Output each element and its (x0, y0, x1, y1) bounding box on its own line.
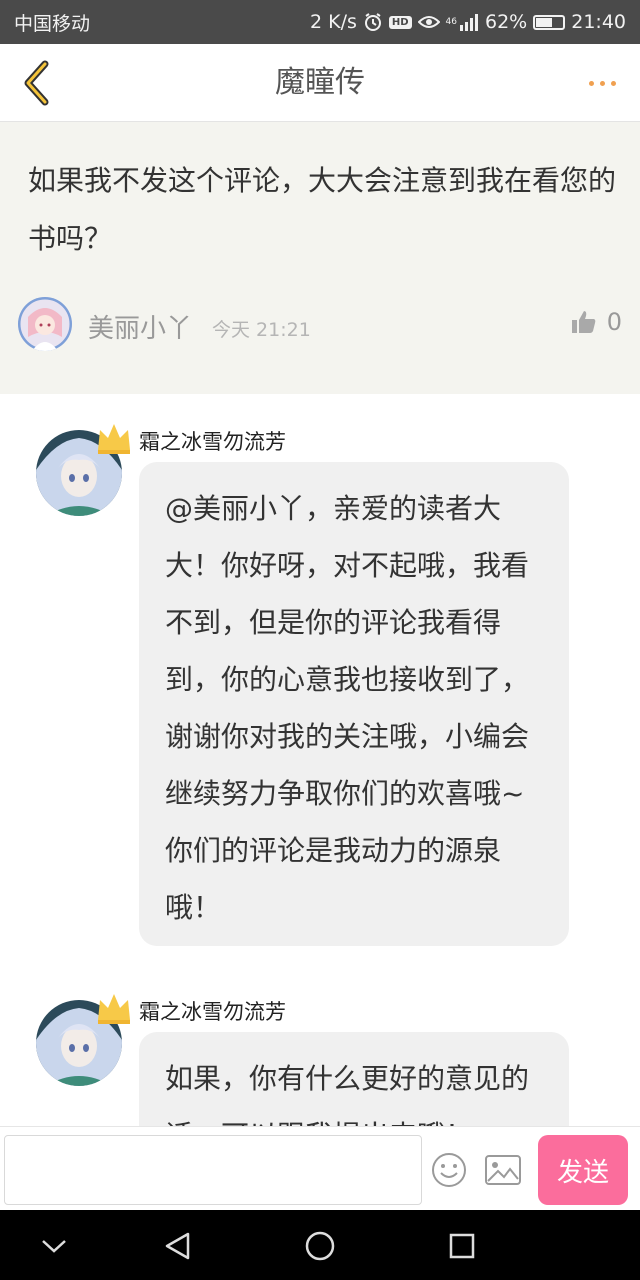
like-count: 0 (606, 308, 622, 336)
chevron-down-icon (42, 1240, 66, 1253)
more-options-button[interactable] (582, 68, 622, 98)
like-button[interactable]: 0 (571, 308, 622, 336)
network-type: 46 (445, 16, 457, 27)
original-comment: 如果我不发这个评论，大大会注意到我在看您的书吗？ 美丽小丫 今天 21:21 0 (0, 122, 640, 394)
carrier-name: 中国移动 (14, 12, 91, 35)
reply-bubble: @美丽小丫，亲爱的读者大大！你好呀，对不起哦，我看不到，但是你的评论我看得到，你… (139, 462, 569, 946)
more-dots-icon (588, 80, 594, 86)
status-bar: 中国移动 2 K/s HD 46 62% 21:40 (0, 0, 640, 44)
send-button[interactable]: 发送 (538, 1135, 628, 1205)
commenter-name[interactable]: 美丽小丫 (88, 308, 192, 345)
clock: 21:40 (571, 11, 626, 33)
status-icons: 2 K/s HD 46 62% 21:40 (310, 11, 626, 33)
square-recents-icon (449, 1233, 475, 1259)
reply-list[interactable]: 霜之冰雪勿流芳 @美丽小丫，亲爱的读者大大！你好呀，对不起哦，我看不到，但是你的… (0, 394, 640, 1126)
commenter-avatar[interactable] (18, 297, 72, 351)
crown-icon (98, 424, 130, 454)
more-dot (610, 80, 616, 86)
page-title: 魔瞳传 (275, 65, 365, 100)
replier-name[interactable]: 霜之冰雪勿流芳 (139, 996, 286, 1026)
nav-home-button[interactable] (298, 1224, 342, 1268)
crown-icon (98, 994, 130, 1024)
comment-time: 今天 21:21 (212, 319, 311, 341)
battery-percent: 62% (485, 11, 528, 33)
circle-home-icon (305, 1231, 335, 1261)
reply-bubble: 如果，你有什么更好的意见的话，可以跟我提出来哦！ (139, 1032, 569, 1126)
system-nav-bar (0, 1210, 640, 1280)
battery-fill (536, 17, 553, 27)
nav-collapse-button[interactable] (32, 1224, 76, 1268)
alarm-icon (363, 12, 383, 32)
message-input[interactable] (4, 1135, 422, 1205)
back-button[interactable] (14, 58, 58, 108)
smiley-icon (432, 1153, 466, 1187)
signal-icon: 46 (446, 13, 479, 31)
nav-recents-button[interactable] (440, 1224, 484, 1268)
image-button[interactable] (484, 1153, 522, 1187)
thumbs-up-icon (571, 311, 596, 333)
input-bar: 发送 (0, 1126, 640, 1210)
nav-back-button[interactable] (155, 1224, 199, 1268)
comment-text: 如果我不发这个评论，大大会注意到我在看您的书吗？ (28, 164, 617, 255)
picture-icon (485, 1155, 521, 1185)
battery-icon (533, 14, 566, 30)
triangle-back-icon (165, 1232, 190, 1260)
net-speed: 2 K/s (309, 11, 357, 33)
eye-icon (417, 14, 440, 30)
header: 魔瞳传 (0, 44, 640, 122)
chevron-left-icon (24, 60, 49, 106)
emoji-button[interactable] (430, 1151, 468, 1189)
more-dot (599, 80, 605, 86)
replier-name[interactable]: 霜之冰雪勿流芳 (139, 426, 286, 456)
hd-icon: HD (388, 15, 412, 29)
